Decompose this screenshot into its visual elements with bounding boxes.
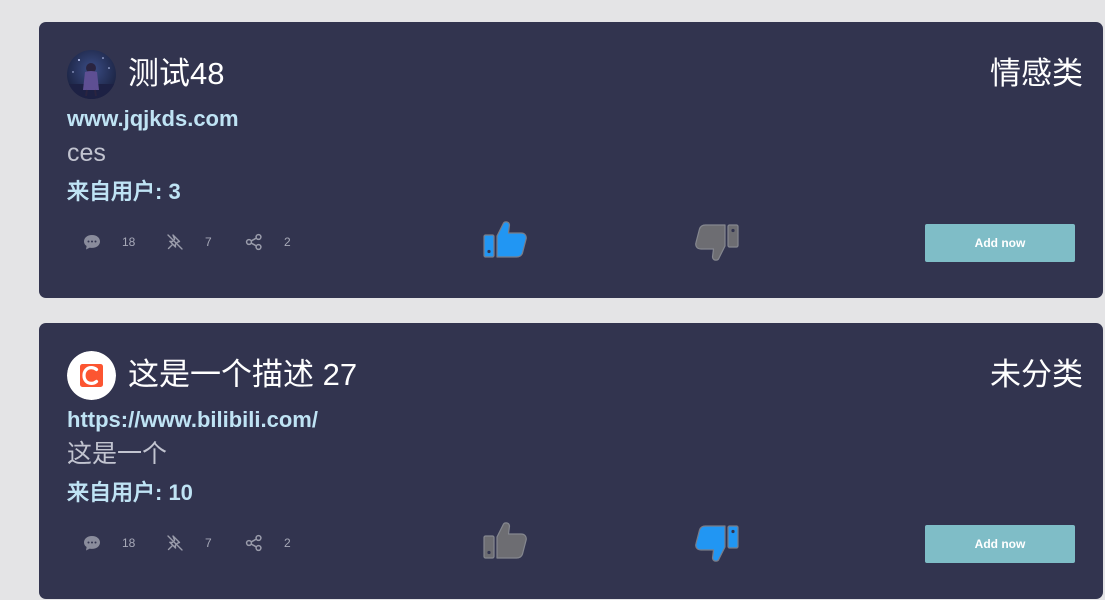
thumbs-down-icon[interactable] xyxy=(693,218,741,264)
thumbs-up-icon[interactable] xyxy=(481,218,529,264)
page: 测试48 情感类 www.jqjkds.com ces 来自用户: 3 18 7… xyxy=(0,0,1105,600)
from-user-label: 来自用户: 10 xyxy=(67,480,193,505)
pin-count: 7 xyxy=(205,235,212,249)
category-label: 情感类 xyxy=(990,56,1083,91)
site-url-link[interactable]: https://www.bilibili.com/ xyxy=(67,407,318,433)
card-description: 这是一个 xyxy=(67,440,168,468)
pin-count: 7 xyxy=(205,536,212,550)
card-title: 这是一个描述 27 xyxy=(128,357,358,392)
resource-card: 这是一个描述 27 未分类 https://www.bilibili.com/ … xyxy=(39,323,1103,599)
thumbs-down-icon[interactable] xyxy=(693,519,741,565)
avatar[interactable] xyxy=(67,50,116,99)
category-label: 未分类 xyxy=(990,357,1083,392)
card-title: 测试48 xyxy=(128,56,225,91)
resource-card: 测试48 情感类 www.jqjkds.com ces 来自用户: 3 18 7… xyxy=(39,22,1103,298)
from-user-label: 来自用户: 3 xyxy=(67,179,181,204)
pin-icon[interactable] xyxy=(165,533,185,553)
comment-icon[interactable] xyxy=(82,533,102,553)
share-icon[interactable] xyxy=(244,533,264,553)
share-icon[interactable] xyxy=(244,232,264,252)
add-now-button[interactable]: Add now xyxy=(925,525,1075,563)
comment-count: 18 xyxy=(122,235,136,249)
share-count: 2 xyxy=(284,536,291,550)
avatar[interactable] xyxy=(67,351,116,400)
thumbs-up-icon[interactable] xyxy=(481,519,529,565)
comment-count: 18 xyxy=(122,536,136,550)
add-now-button[interactable]: Add now xyxy=(925,224,1075,262)
pin-icon[interactable] xyxy=(165,232,185,252)
card-description: ces xyxy=(67,139,106,167)
comment-icon[interactable] xyxy=(82,232,102,252)
site-url-link[interactable]: www.jqjkds.com xyxy=(67,106,239,132)
share-count: 2 xyxy=(284,235,291,249)
